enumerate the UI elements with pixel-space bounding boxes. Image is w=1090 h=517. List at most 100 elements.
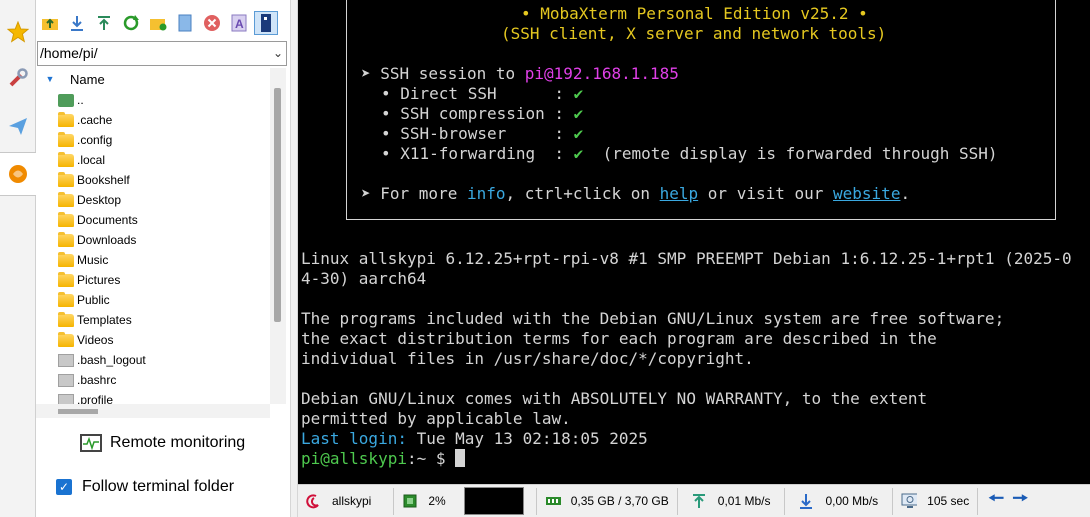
file-name: Downloads — [77, 233, 137, 247]
more-end: . — [900, 184, 911, 203]
file-list: .. .cache .config .local Bookshelf Desktop Doc… — [36, 90, 270, 404]
file-list-item[interactable]: .local — [36, 150, 270, 170]
folder-icon — [58, 331, 74, 347]
scroll-thumb[interactable] — [274, 88, 281, 322]
file-list-item[interactable]: .profile — [36, 390, 270, 404]
remote-monitoring-button[interactable]: Remote monitoring — [80, 434, 245, 452]
folder-icon — [58, 151, 74, 167]
check-icon: ✔ — [573, 144, 584, 163]
file-list-item[interactable]: Downloads — [36, 230, 270, 250]
file-list-item[interactable]: .. — [36, 90, 270, 110]
scroll-thumb[interactable] — [58, 409, 98, 414]
status-host[interactable]: allskypi — [298, 487, 395, 515]
terminal-line: individual files in /usr/share/doc/*/cop… — [301, 349, 754, 368]
file-list-item[interactable]: Templates — [36, 310, 270, 330]
tree-header[interactable]: ▼ Name — [36, 68, 270, 90]
vertical-scrollbar[interactable] — [270, 68, 286, 404]
tools-icon[interactable] — [2, 56, 34, 100]
file-list-item[interactable]: Documents — [36, 210, 270, 230]
star-icon[interactable] — [2, 10, 34, 54]
uptime-icon — [901, 493, 918, 508]
download-speed-icon — [800, 494, 813, 509]
file-list-item[interactable]: .bashrc — [36, 370, 270, 390]
feature-line: • SSH compression : ✔ — [381, 104, 583, 124]
sftp-browser-icon[interactable] — [0, 152, 36, 196]
folder-icon — [58, 111, 74, 127]
upload-icon[interactable] — [92, 11, 116, 35]
new-file-icon[interactable] — [173, 11, 197, 35]
file-name: Videos — [77, 333, 114, 347]
file-list-item[interactable]: .cache — [36, 110, 270, 130]
status-memory[interactable]: 0,35 GB / 3,70 GB — [537, 487, 678, 515]
more-mid: , ctrl+click on — [505, 184, 660, 203]
terminal-line: Debian GNU/Linux comes with ABSOLUTELY N… — [301, 389, 928, 408]
cpu-icon — [403, 494, 417, 508]
more-mid2: or visit our — [698, 184, 834, 203]
new-folder-icon[interactable] — [146, 11, 170, 35]
check-icon: ✔ — [573, 104, 584, 123]
terminal[interactable]: • MobaXterm Personal Edition v25.2 • (SS… — [298, 0, 1090, 484]
folder-icon — [58, 291, 74, 307]
folder-icon — [58, 131, 74, 147]
file-list-item[interactable]: Bookshelf — [36, 170, 270, 190]
help-link[interactable]: help — [660, 184, 699, 203]
status-download[interactable]: 0,00 Mb/s — [785, 487, 894, 515]
download-icon[interactable] — [65, 11, 89, 35]
refresh-icon[interactable] — [119, 11, 143, 35]
feature-line: • SSH-browser : ✔ — [381, 124, 583, 144]
file-list-item[interactable]: Pictures — [36, 270, 270, 290]
terminal-line: The programs included with the Debian GN… — [301, 309, 1005, 328]
cpu-value: 2% — [428, 494, 446, 508]
file-list-item[interactable]: Videos — [36, 330, 270, 350]
file-list-item[interactable]: Music — [36, 250, 270, 270]
path-input[interactable]: /home/pi/ ⌄ — [37, 41, 287, 66]
send-icon[interactable] — [2, 104, 34, 148]
file-name: .config — [77, 133, 113, 147]
last-login-line: Last login: Tue May 13 02:18:05 2025 — [301, 429, 648, 449]
status-cpu[interactable]: 2% — [394, 487, 537, 515]
scroll-right-icon[interactable]: 🠖 — [1008, 488, 1032, 511]
file-name: Documents — [77, 213, 138, 227]
column-name-header[interactable]: Name — [70, 72, 105, 87]
terminal-follow-icon[interactable] — [254, 11, 278, 35]
rename-icon[interactable]: A — [227, 11, 251, 35]
prompt-line[interactable]: pi@allskypi:~ $ — [301, 449, 466, 469]
prompt-user: pi@allskypi — [301, 449, 407, 468]
file-list-item[interactable]: Desktop — [36, 190, 270, 210]
status-uptime[interactable]: 105 sec — [893, 487, 979, 515]
follow-terminal-checkbox[interactable]: ✓ Follow terminal folder — [56, 478, 234, 496]
feature-note: (remote display is forwarded through SSH… — [583, 144, 998, 163]
file-name: .local — [77, 153, 106, 167]
feature-label: • Direct SSH : — [381, 84, 565, 103]
parent-folder-icon[interactable] — [38, 11, 62, 35]
delete-icon[interactable] — [200, 11, 224, 35]
upload-speed-icon — [692, 494, 705, 508]
scroll-left-icon[interactable]: 🠔 — [984, 488, 1008, 511]
terminal-line: Linux allskypi 6.12.25+rpt-rpi-v8 #1 SMP… — [301, 249, 1072, 268]
side-tab-strip — [0, 0, 36, 517]
more-prefix: ➤ For more — [361, 184, 467, 203]
session-line: ➤ SSH session to pi@192.168.1.185 — [361, 64, 679, 84]
file-name: .bash_logout — [77, 353, 146, 367]
follow-terminal-label: Follow terminal folder — [82, 478, 235, 495]
chevron-down-icon[interactable]: ⌄ — [273, 42, 283, 65]
website-link[interactable]: website — [833, 184, 900, 203]
status-upload[interactable]: 0,01 Mb/s — [678, 487, 786, 515]
horizontal-scrollbar[interactable] — [36, 404, 270, 418]
folder-icon — [58, 191, 74, 207]
folder-icon — [58, 311, 74, 327]
folder-icon — [58, 251, 74, 267]
file-list-item[interactable]: .config — [36, 130, 270, 150]
file-list-item[interactable]: .bash_logout — [36, 350, 270, 370]
uptime-value: 105 sec — [927, 494, 970, 508]
checkbox-checked-icon[interactable]: ✓ — [56, 479, 72, 495]
panel-splitter[interactable] — [290, 0, 298, 517]
folder-icon — [58, 231, 74, 247]
info-link[interactable]: info — [467, 184, 506, 203]
file-list-item[interactable]: Public — [36, 290, 270, 310]
file-name: Pictures — [77, 273, 121, 287]
file-name: Desktop — [77, 193, 122, 207]
file-name: Music — [77, 253, 109, 267]
folder-icon — [58, 271, 74, 287]
terminal-line: the exact distribution terms for each pr… — [301, 329, 937, 348]
